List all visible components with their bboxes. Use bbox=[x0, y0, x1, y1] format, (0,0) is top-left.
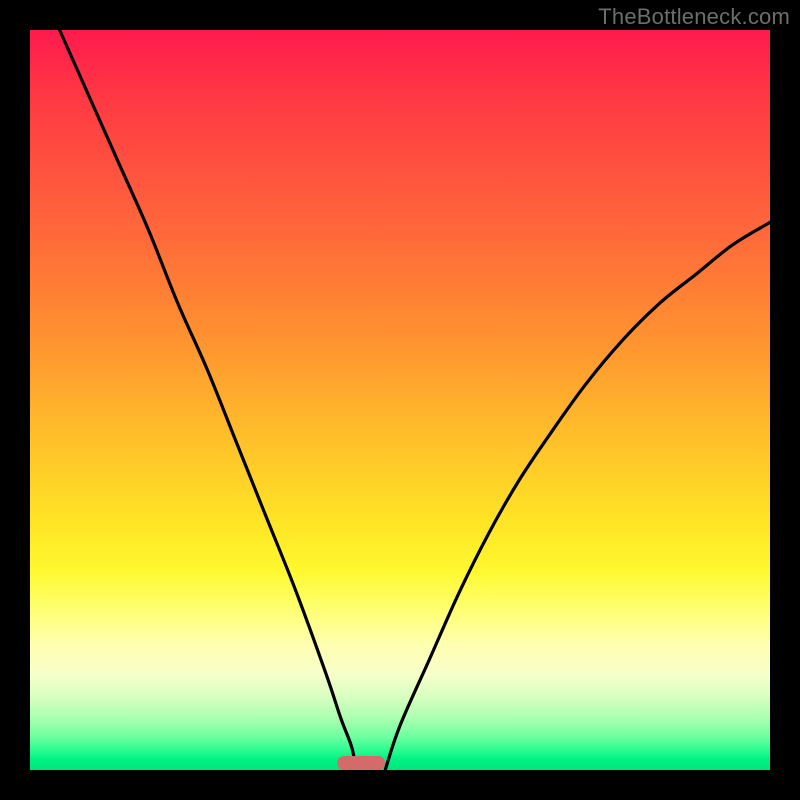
left-curve bbox=[60, 30, 356, 770]
plot-area bbox=[30, 30, 770, 770]
optimal-marker bbox=[337, 756, 385, 770]
chart-frame: TheBottleneck.com bbox=[0, 0, 800, 800]
watermark-text: TheBottleneck.com bbox=[598, 4, 790, 30]
right-curve bbox=[385, 222, 770, 770]
curves-svg bbox=[30, 30, 770, 770]
